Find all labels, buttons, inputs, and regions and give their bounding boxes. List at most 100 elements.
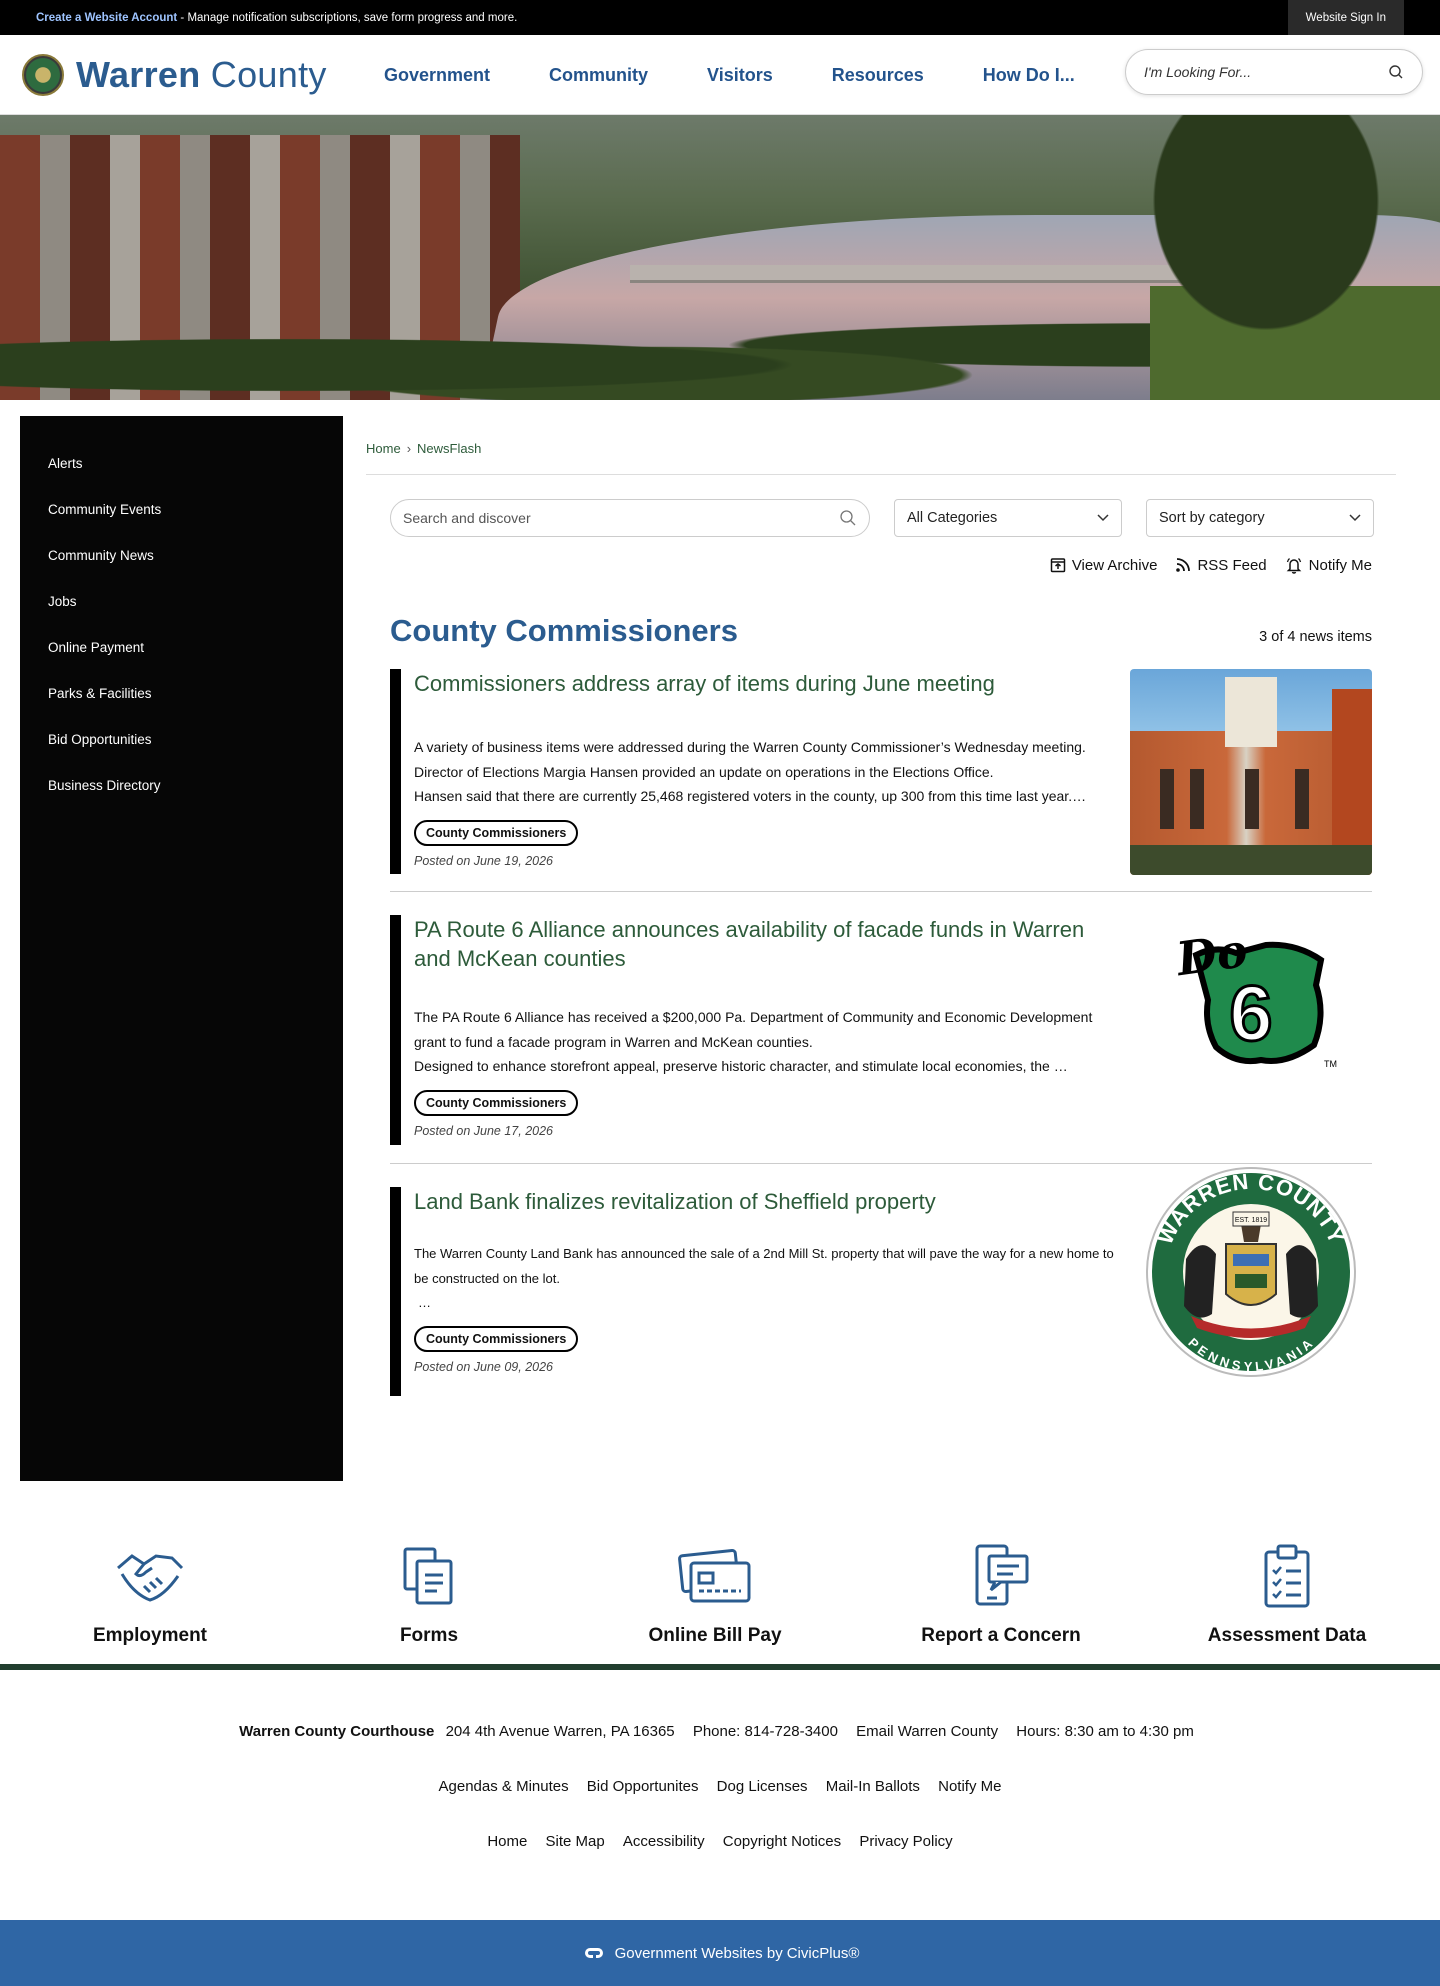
- news-item-title[interactable]: PA Route 6 Alliance announces availabili…: [414, 915, 1118, 973]
- nav-resources[interactable]: Resources: [832, 65, 924, 86]
- sidebar-item-alerts[interactable]: Alerts: [20, 442, 343, 488]
- sidebar-item-business-directory[interactable]: Business Directory: [20, 764, 343, 810]
- handshake-icon: [7, 1538, 293, 1613]
- report-device-icon: [858, 1538, 1144, 1613]
- category-title[interactable]: County Commissioners: [390, 613, 738, 649]
- site-search-input[interactable]: [1144, 64, 1388, 80]
- news-item-accent-bar: [390, 669, 401, 874]
- warren-county-seal: EST. 1819 WARREN COUNTY PENNSYLVANIA: [1130, 1164, 1372, 1379]
- sidebar-item-online-payment[interactable]: Online Payment: [20, 626, 343, 672]
- news-search: [390, 499, 870, 537]
- breadcrumb-home[interactable]: Home: [366, 441, 401, 456]
- news-filters: All Categories Sort by category: [390, 499, 1396, 537]
- chevron-down-icon: [1349, 514, 1361, 522]
- footer-address: 204 4th Avenue Warren, PA 16365: [445, 1723, 675, 1740]
- footer-link-site-map[interactable]: Site Map: [546, 1833, 605, 1850]
- sidebar-nav: Alerts Community Events Community News J…: [20, 416, 343, 1481]
- sort-select[interactable]: Sort by category: [1146, 499, 1374, 537]
- footer-link-privacy[interactable]: Privacy Policy: [859, 1833, 952, 1850]
- quicklink-report-a-concern[interactable]: Report a Concern: [858, 1538, 1144, 1664]
- quicklink-employment[interactable]: Employment: [7, 1538, 293, 1664]
- category-select-value: All Categories: [907, 510, 998, 526]
- news-item-image[interactable]: 6 Do TM: [1130, 915, 1372, 1163]
- news-search-input[interactable]: [403, 510, 839, 526]
- footer-link-bid-opportunites[interactable]: Bid Opportunites: [587, 1778, 699, 1795]
- civicplus-link[interactable]: CivicPlus®: [787, 1945, 860, 1962]
- rss-feed-button[interactable]: RSS Feed: [1175, 557, 1267, 574]
- category-header: County Commissioners 3 of 4 news items: [390, 613, 1372, 649]
- top-utility-bar: Create a Website Account - Manage notifi…: [0, 0, 1440, 35]
- news-item-title[interactable]: Land Bank finalizes revitalization of Sh…: [414, 1187, 1118, 1216]
- quicklink-online-bill-pay[interactable]: Online Bill Pay: [572, 1538, 858, 1664]
- news-item-image[interactable]: [1130, 669, 1372, 891]
- sidebar-item-jobs[interactable]: Jobs: [20, 580, 343, 626]
- breadcrumb-current[interactable]: NewsFlash: [417, 441, 481, 456]
- do6-logo-graphic: 6 Do TM: [1171, 923, 1337, 1069]
- news-item: Land Bank finalizes revitalization of Sh…: [390, 1164, 1372, 1396]
- news-item-body: Commissioners address array of items dur…: [401, 669, 1118, 891]
- news-item-body: PA Route 6 Alliance announces availabili…: [401, 915, 1118, 1163]
- site-logo[interactable]: Warren County: [22, 53, 382, 96]
- footer-link-dog-licenses[interactable]: Dog Licenses: [717, 1778, 808, 1795]
- sidebar-item-parks-facilities[interactable]: Parks & Facilities: [20, 672, 343, 718]
- nav-government[interactable]: Government: [384, 65, 490, 86]
- footer-link-agendas[interactable]: Agendas & Minutes: [439, 1778, 569, 1795]
- create-account-link[interactable]: Create a Website Account: [36, 12, 177, 24]
- logo-text: Warren County: [76, 53, 327, 95]
- news-item: PA Route 6 Alliance announces availabili…: [390, 892, 1372, 1164]
- sidebar-item-community-news[interactable]: Community News: [20, 534, 343, 580]
- footer-link-notify-me[interactable]: Notify Me: [938, 1778, 1001, 1795]
- news-item-body: Land Bank finalizes revitalization of Sh…: [401, 1187, 1118, 1396]
- courthouse-window: [1190, 769, 1204, 829]
- news-item-accent-bar: [390, 915, 401, 1145]
- civicplus-logo-icon: [584, 1948, 603, 1958]
- site-header: Warren County Government Community Visit…: [0, 35, 1440, 115]
- news-actions: View Archive RSS Feed Notify Me: [366, 555, 1372, 575]
- news-item-tag[interactable]: County Commissioners: [414, 1325, 579, 1352]
- hero-bridge: [630, 265, 1190, 283]
- create-account-suffix: - Manage notification subscriptions, sav…: [177, 11, 518, 24]
- view-archive-button[interactable]: View Archive: [1050, 557, 1157, 574]
- courthouse-ground: [1130, 845, 1372, 875]
- news-item-summary: A variety of business items were address…: [414, 739, 1087, 804]
- news-item-summary: The PA Route 6 Alliance has received a $…: [414, 1009, 1093, 1074]
- courthouse-window: [1245, 769, 1259, 829]
- search-icon[interactable]: [1388, 64, 1404, 80]
- news-item-count: 3 of 4 news items: [1259, 629, 1372, 645]
- nav-visitors[interactable]: Visitors: [707, 65, 773, 86]
- chevron-down-icon: [1097, 514, 1109, 522]
- sidebar-item-bid-opportunities[interactable]: Bid Opportunities: [20, 718, 343, 764]
- footer-links-secondary: Home Site Map Accessibility Copyright No…: [0, 1832, 1440, 1887]
- footer-link-home[interactable]: Home: [487, 1833, 527, 1850]
- clipboard-icon: [1144, 1538, 1430, 1613]
- news-item-accent-bar: [390, 1187, 401, 1396]
- category-select[interactable]: All Categories: [894, 499, 1122, 537]
- nav-how-do-i[interactable]: How Do I...: [983, 65, 1075, 86]
- quicklink-label: Employment: [92, 1625, 208, 1646]
- main-area: Alerts Community Events Community News J…: [0, 400, 1440, 1481]
- footer-link-mail-in-ballots[interactable]: Mail-In Ballots: [826, 1778, 920, 1795]
- news-item-title[interactable]: Commissioners address array of items dur…: [414, 669, 1118, 698]
- quicklink-assessment-data[interactable]: Assessment Data: [1144, 1538, 1430, 1664]
- news-item-image[interactable]: EST. 1819 WARREN COUNTY PENNSYLVANIA: [1130, 1167, 1372, 1396]
- website-sign-in-button[interactable]: Website Sign In: [1287, 0, 1404, 35]
- notify-me-label: Notify Me: [1308, 556, 1372, 574]
- footer-contact: Warren County Courthouse 204 4th Avenue …: [0, 1722, 1440, 1777]
- nav-community[interactable]: Community: [549, 65, 648, 86]
- footer-hours: Hours: 8:30 am to 4:30 pm: [1016, 1723, 1194, 1740]
- news-item-summary: The Warren County Land Bank has announce…: [414, 1246, 1114, 1310]
- news-item-tag[interactable]: County Commissioners: [414, 1089, 579, 1116]
- search-icon[interactable]: [839, 509, 857, 527]
- notify-me-button[interactable]: Notify Me: [1285, 556, 1372, 574]
- quicklink-forms[interactable]: Forms: [286, 1538, 572, 1664]
- footer-link-accessibility[interactable]: Accessibility: [623, 1833, 705, 1850]
- courthouse-photo: [1130, 669, 1372, 875]
- courthouse-tower: [1225, 677, 1277, 747]
- footer-link-copyright[interactable]: Copyright Notices: [723, 1833, 841, 1850]
- news-item-tag[interactable]: County Commissioners: [414, 819, 579, 846]
- site-footer: Warren County Courthouse 204 4th Avenue …: [0, 1670, 1440, 1887]
- sidebar-item-community-events[interactable]: Community Events: [20, 488, 343, 534]
- footer-email-link[interactable]: Email Warren County: [856, 1723, 998, 1740]
- hero-banner-image: [0, 115, 1440, 400]
- footer-links-primary: Agendas & Minutes Bid Opportunites Dog L…: [0, 1777, 1440, 1832]
